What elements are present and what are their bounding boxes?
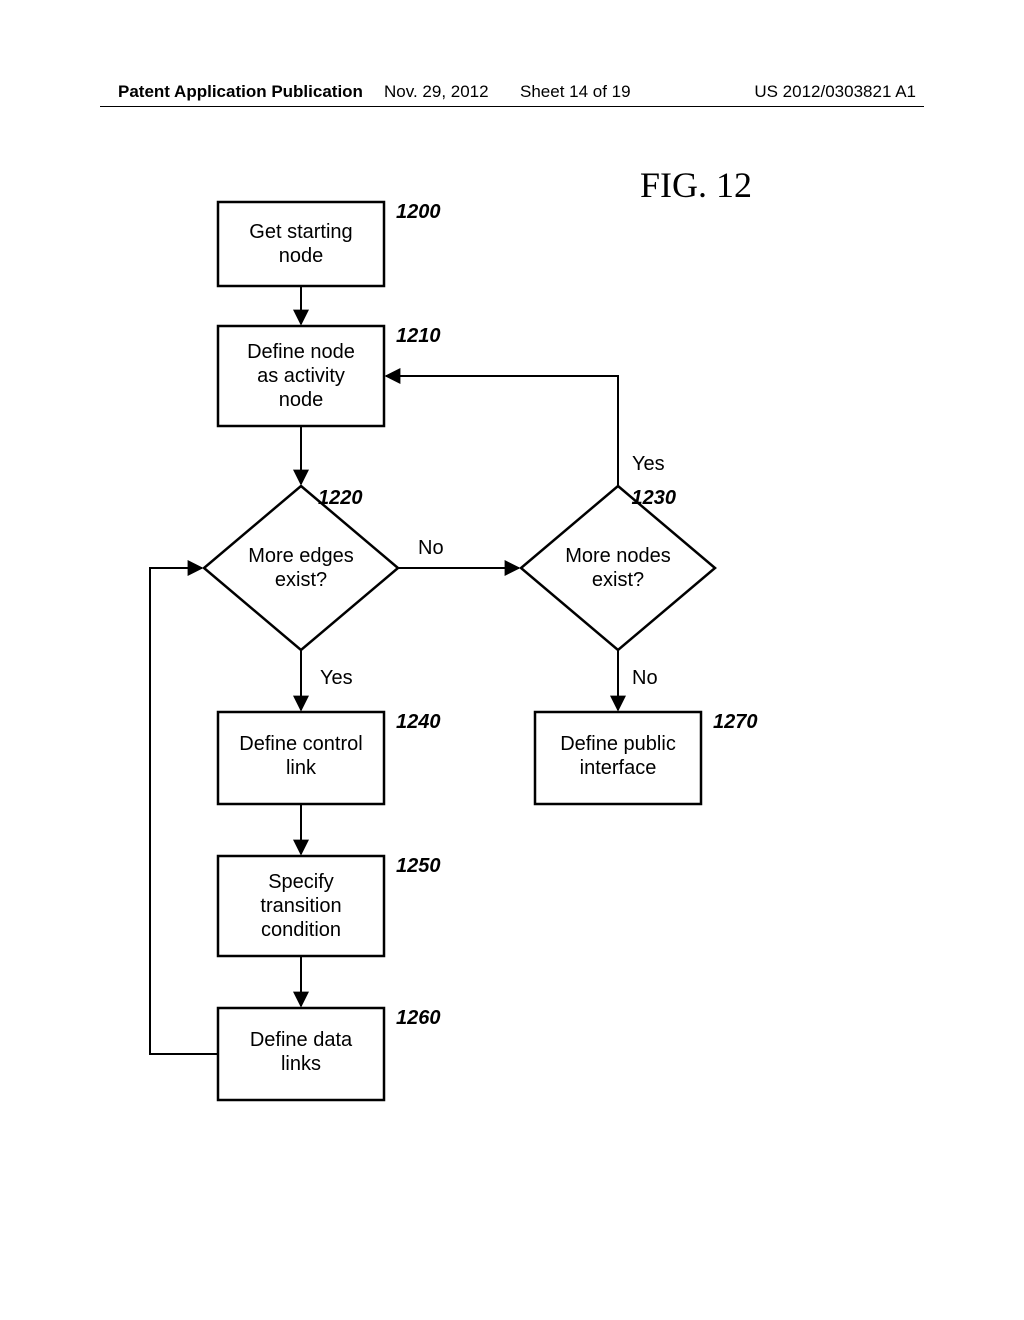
node-1250-line3: condition (261, 919, 341, 941)
node-1200-ref: 1200 (396, 201, 441, 223)
label-yes-1220: Yes (320, 667, 353, 689)
page: Patent Application Publication Nov. 29, … (0, 0, 1024, 1320)
node-1260: Define data links 1260 (218, 1007, 441, 1100)
node-1260-line2: links (281, 1053, 321, 1075)
node-1250-line1: Specify (268, 871, 334, 893)
node-1210-ref: 1210 (396, 325, 441, 347)
node-1270: Define public interface 1270 (535, 711, 758, 804)
node-1200-line2: node (279, 245, 324, 267)
node-1210-line1: Define node (247, 341, 355, 363)
node-1260-ref: 1260 (396, 1007, 441, 1029)
node-1220-ref: 1220 (318, 487, 363, 509)
node-1250: Specify transition condition 1250 (218, 855, 441, 956)
node-1240-line2: link (286, 757, 317, 779)
node-1270-line1: Define public (560, 733, 676, 755)
node-1250-ref: 1250 (396, 855, 441, 877)
node-1260-line1: Define data (250, 1029, 353, 1051)
node-1220-line1: More edges (248, 545, 354, 567)
node-1230: More nodes exist? 1230 (521, 486, 715, 650)
node-1220: More edges exist? 1220 (204, 486, 398, 650)
arrow-1260-1220 (150, 568, 218, 1054)
node-1230-line1: More nodes (565, 545, 671, 567)
label-no-1230: No (632, 667, 658, 689)
node-1240-ref: 1240 (396, 711, 441, 733)
node-1270-ref: 1270 (713, 711, 758, 733)
node-1220-line2: exist? (275, 569, 327, 591)
node-1230-ref: 1230 (632, 487, 677, 509)
node-1230-line2: exist? (592, 569, 644, 591)
node-1210-line2: as activity (257, 365, 345, 387)
node-1200-line1: Get starting (249, 221, 352, 243)
node-1240: Define control link 1240 (218, 711, 441, 804)
node-1240-line1: Define control (239, 733, 362, 755)
node-1200: Get starting node 1200 (218, 201, 441, 286)
label-yes-1230: Yes (632, 453, 665, 475)
node-1270-line2: interface (580, 757, 657, 779)
arrow-1230-1210 (386, 376, 618, 486)
node-1210-line3: node (279, 389, 324, 411)
flowchart: Get starting node 1200 Define node as ac… (0, 0, 1024, 1320)
node-1250-line2: transition (260, 895, 341, 917)
label-no-1220: No (418, 537, 444, 559)
